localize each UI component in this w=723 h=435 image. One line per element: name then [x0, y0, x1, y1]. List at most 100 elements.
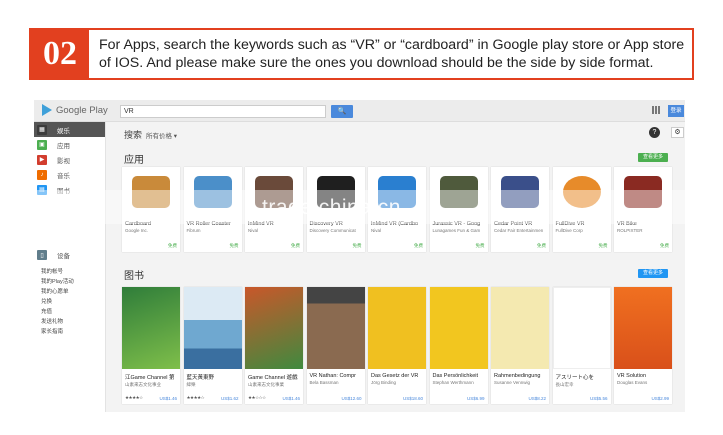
book-cover [183, 287, 242, 369]
app-card[interactable]: FullDive VR FullDive Corp 免费 [552, 167, 611, 252]
app-icon [562, 176, 601, 208]
book-cover [614, 287, 672, 369]
book-card[interactable]: VR Solution Douglas Evans US$2.99 [614, 287, 672, 404]
app-card[interactable]: VR Roller Coaster Fibrum 免费 [183, 167, 242, 252]
app-developer: Discovery Communicat [309, 228, 356, 233]
link-parent-guide[interactable]: 家长指南 [41, 327, 105, 337]
nav-item-entertainment[interactable]: ▦ 娱乐 [34, 122, 105, 137]
book-title: 藍天黃東野 [186, 375, 215, 381]
link-redeem[interactable]: 兑换 [41, 297, 105, 307]
app-card[interactable]: InMind VR (Cardbo Nival 免费 [368, 167, 426, 252]
book-price: US$1.46 [159, 396, 177, 401]
top-bar: Google Play VR 🔍 登录 [34, 100, 685, 122]
app-price: 免费 [660, 243, 669, 248]
app-price: 免费 [229, 243, 239, 248]
play-icon [42, 104, 52, 116]
account-links: 我的帐号 我的Play活动 我的心愿单 兑换 充值 发送礼物 家长指南 [34, 267, 105, 337]
app-title: InMind VR (Cardbo [371, 221, 419, 227]
book-author: Bela Bassman [309, 380, 339, 385]
app-price: 免费 [475, 243, 485, 248]
gear-icon[interactable]: ⚙ [671, 127, 684, 138]
book-author: 山素来志文化事业 [125, 382, 161, 387]
app-developer: Nival [248, 228, 259, 233]
app-price: 免费 [352, 243, 362, 248]
book-cover [306, 287, 365, 369]
app-card[interactable]: InMind VR Nival 免费 [245, 167, 303, 252]
book-title: 江Game Channel 第 [125, 375, 175, 381]
book-title: Das Gesetz der VR [371, 373, 419, 379]
apps-icon: ▦ [37, 124, 47, 135]
book-card[interactable]: Rahmenbedingung Susanne Vennwig US$8.22 [491, 287, 549, 404]
book-card[interactable]: Das Gesetz der VR Jörg Binding US$18.60 [368, 287, 426, 404]
app-title: Cedar Point VR [494, 221, 533, 227]
app-icon [316, 176, 355, 208]
app-price: 免费 [168, 243, 177, 248]
book-card[interactable]: アスリート心を 長山宏幸 US$5.56 [552, 287, 611, 404]
rating-stars: ★★☆☆☆ [248, 395, 266, 400]
book-cover [122, 287, 180, 369]
signin-button[interactable]: 登录 [668, 105, 684, 117]
movie-icon: ▶ [37, 154, 47, 165]
book-title: Game Channel 遊戲 [248, 375, 298, 381]
nav-item-music[interactable]: ♪ 音乐 [34, 167, 105, 182]
app-title: VR Bike [617, 221, 637, 227]
price-filter[interactable]: 所有价格 ▾ [146, 130, 177, 140]
link-send-gift[interactable]: 发送礼物 [41, 317, 105, 327]
logo-text: Google Play [56, 104, 108, 116]
book-title: VR Nathan: Compr [309, 373, 356, 379]
book-title: Rahmenbedingung [494, 373, 541, 379]
book-price: US$6.99 [466, 396, 485, 401]
app-developer: FullDive Corp [555, 228, 583, 233]
app-icon [378, 176, 416, 208]
book-author: Susanne Vennwig [494, 380, 531, 385]
nav-item-books[interactable]: ▤ 图书 [34, 182, 105, 197]
books-see-more-button[interactable]: 查看更多 [638, 269, 668, 278]
step-number: 02 [31, 30, 89, 78]
book-author: Stephan Werthmann [432, 380, 474, 385]
app-developer: Lunagames Fun & Gam [432, 228, 481, 233]
apps-section-title: 应用 [124, 155, 144, 166]
link-play-activity[interactable]: 我的Play活动 [41, 277, 105, 287]
app-card[interactable]: Cedar Point VR Cedar Fair Entertainmen 免… [491, 167, 549, 252]
app-price: 免费 [537, 243, 546, 248]
book-card[interactable]: VR Nathan: Compr Bela Bassman US$12.60 [306, 287, 365, 404]
app-price: 免费 [598, 243, 608, 248]
app-cards: Cardboard Google Inc. 免费 VR Roller Coast… [122, 167, 674, 252]
book-title: VR Solution [617, 373, 647, 379]
nav-item-apps[interactable]: ▣ 应用 [34, 137, 105, 152]
apps-grid-icon[interactable] [652, 106, 660, 114]
book-icon: ▤ [37, 184, 47, 195]
apps-see-more-button[interactable]: 查看更多 [638, 153, 668, 162]
search-icon: 🔍 [337, 108, 347, 115]
book-price: US$18.60 [402, 396, 423, 401]
left-nav: ▦ 娱乐 ▣ 应用 ▶ 影视 ♪ 音乐 ▤ 图书 ▯ 设备 我的帐号 我的Pla… [34, 122, 106, 412]
app-title: InMind VR [248, 221, 274, 227]
google-play-logo[interactable]: Google Play [42, 104, 108, 116]
link-my-account[interactable]: 我的帐号 [41, 267, 105, 277]
app-price: 免费 [291, 243, 300, 248]
app-title: Jurassic VR - Goog [432, 221, 481, 227]
book-price: US$5.56 [589, 396, 608, 401]
book-cover [491, 287, 549, 369]
nav-item-movies[interactable]: ▶ 影视 [34, 152, 105, 167]
app-icon [501, 176, 539, 208]
help-icon[interactable]: ? [649, 127, 660, 138]
app-card[interactable]: VR Bike ROLPIXTER 免费 [614, 167, 672, 252]
book-price: US$8.22 [528, 396, 546, 401]
app-card[interactable]: Jurassic VR - Goog Lunagames Fun & Gam 免… [429, 167, 488, 252]
book-card[interactable]: Game Channel 遊戲 山素来志文化事業 ★★☆☆☆ US$1.46 [245, 287, 303, 404]
app-card[interactable]: Discovery VR Discovery Communicat 免费 [306, 167, 365, 252]
link-topup[interactable]: 充值 [41, 307, 105, 317]
book-card[interactable]: 藍天黃東野 緯樂 ★★★★☆ US$1.62 [183, 287, 242, 404]
device-icon: ▯ [37, 250, 47, 260]
link-wishlist[interactable]: 我的心愿单 [41, 287, 105, 297]
search-button[interactable]: 🔍 [331, 105, 353, 118]
nav-item-devices[interactable]: ▯ 设备 [34, 247, 105, 263]
rating-stars: ★★★★☆ [125, 395, 143, 400]
book-card[interactable]: 江Game Channel 第 山素来志文化事业 ★★★★☆ US$1.46 [122, 287, 180, 404]
book-author: 長山宏幸 [555, 382, 574, 387]
headphones-icon: ♪ [37, 169, 47, 180]
app-card[interactable]: Cardboard Google Inc. 免费 [122, 167, 180, 252]
book-card[interactable]: Das Persönlichkeit Stephan Werthmann US$… [429, 287, 488, 404]
search-input[interactable]: VR [120, 105, 326, 118]
